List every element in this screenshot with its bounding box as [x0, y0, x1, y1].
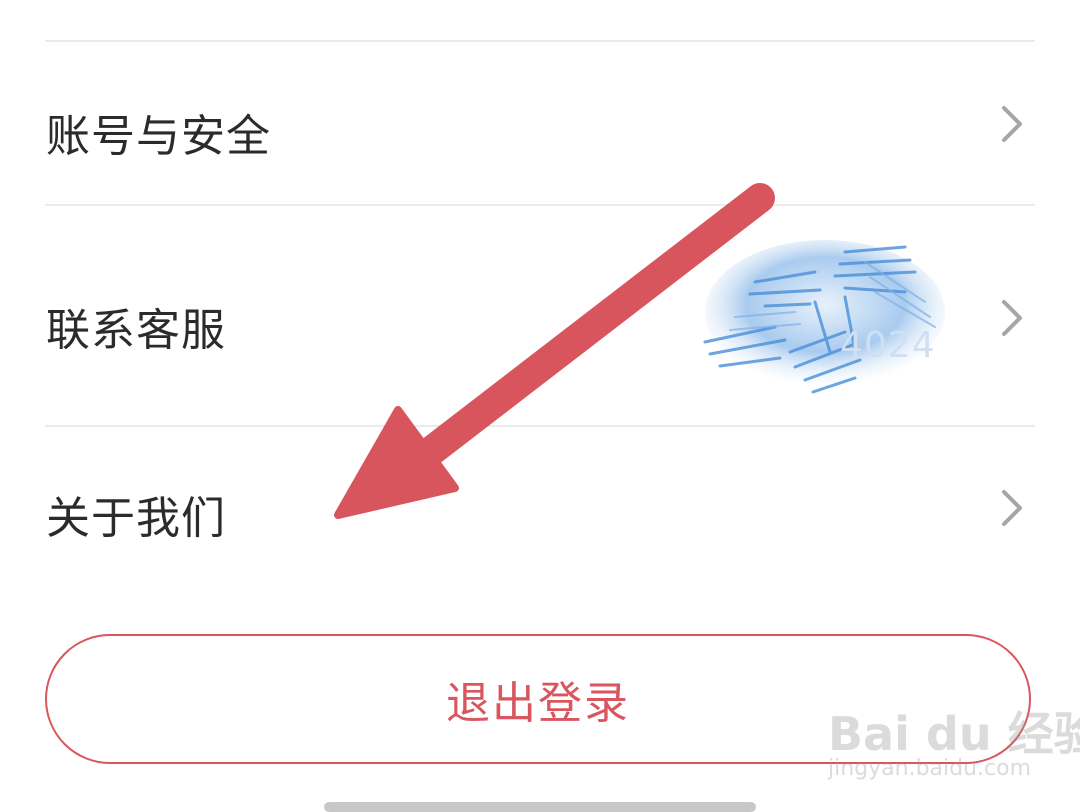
settings-item-label: 账号与安全: [46, 111, 271, 162]
divider: [45, 425, 1035, 427]
settings-item-about-us[interactable]: 关于我们: [0, 428, 1080, 598]
watermark-url: jingyan.baidu.com: [828, 756, 1032, 781]
logout-button-label: 退出登录: [446, 678, 630, 729]
chevron-right-icon: [1002, 106, 1022, 142]
chevron-right-icon: [1002, 300, 1022, 336]
watermark-brand: Bai du 经验: [828, 707, 1080, 761]
chevron-right-icon: [1002, 490, 1022, 526]
divider: [45, 204, 1035, 206]
watermark: Bai du 经验 jingyan.baidu.com: [828, 690, 1080, 790]
divider-top: [45, 40, 1035, 42]
settings-item-label: 联系客服: [46, 305, 226, 356]
settings-item-label: 关于我们: [46, 493, 226, 544]
settings-screen: 账号与安全 联系客服 关于我们 退出登录 4024 Bai du 经验 jing…: [0, 0, 1080, 812]
home-indicator[interactable]: [324, 802, 756, 812]
redaction-scribble: [703, 240, 945, 394]
redacted-value: 4024: [840, 325, 936, 366]
settings-item-account-security[interactable]: 账号与安全: [0, 44, 1080, 204]
